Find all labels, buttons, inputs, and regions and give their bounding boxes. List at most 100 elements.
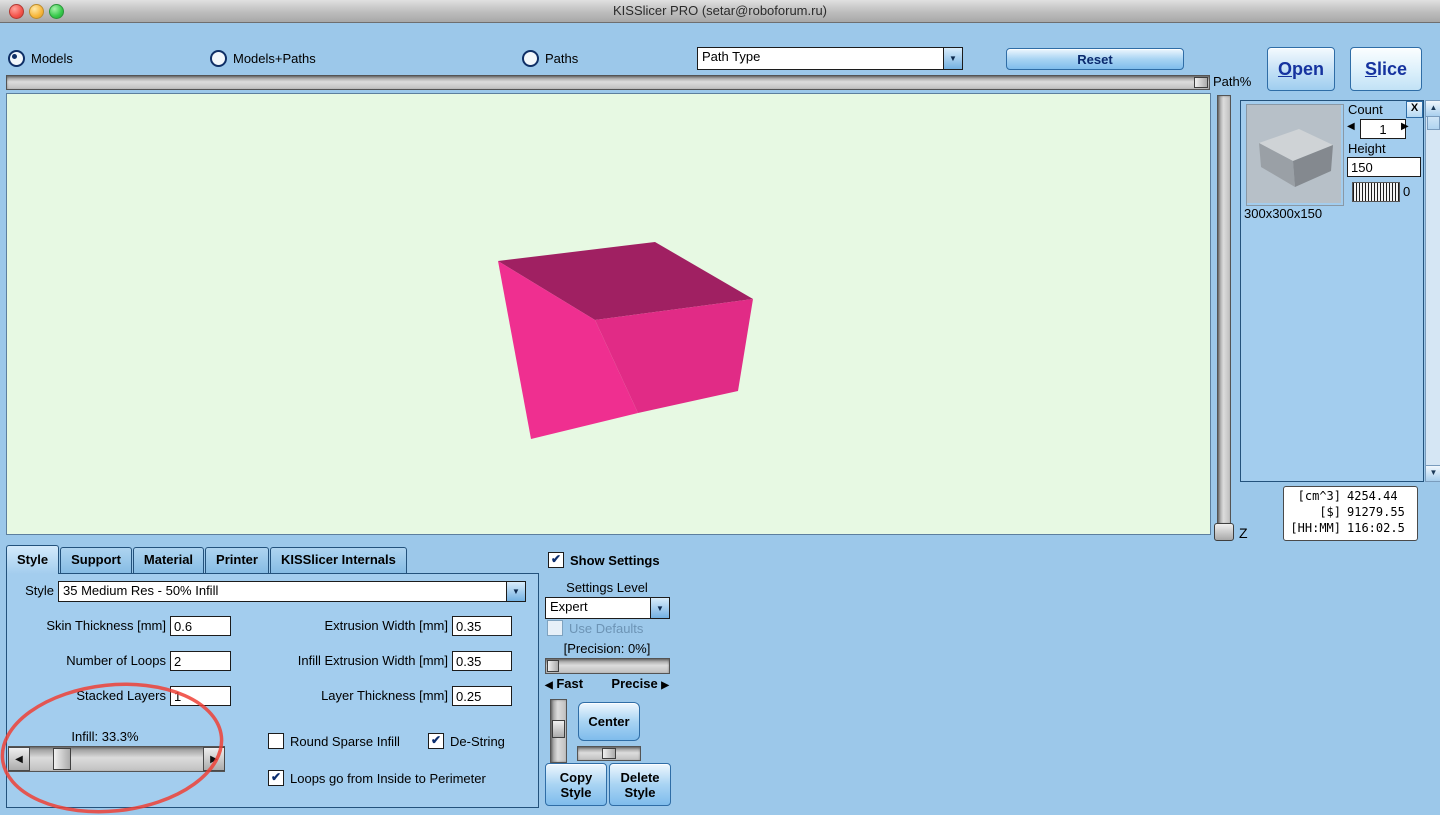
precision-label: [Precision: 0%]	[545, 641, 669, 656]
model-thumbnail[interactable]	[1246, 104, 1344, 206]
count-decrement-icon[interactable]: ◀	[1347, 121, 1355, 132]
z-axis-label: Z	[1239, 525, 1248, 541]
destring-label: De-String	[450, 734, 505, 749]
show-settings-checkbox[interactable]: ✔ Show Settings	[548, 552, 660, 568]
chevron-down-icon[interactable]: ▼	[506, 582, 525, 601]
3d-model-box	[7, 94, 1208, 532]
kisslicer-window: { "window": { "title": "KISSlicer PRO (s…	[0, 0, 1440, 810]
path-percent-slider[interactable]	[6, 75, 1210, 90]
count-input[interactable]	[1360, 119, 1406, 139]
radio-models-paths[interactable]: Models+Paths	[210, 50, 316, 67]
infill-slider[interactable]: ◀ ▶	[8, 746, 225, 772]
copy-style-label: Copy Style	[554, 770, 598, 800]
z-slider[interactable]	[1217, 95, 1231, 525]
radio-models-paths-circle	[210, 50, 227, 67]
model-viewport[interactable]	[6, 93, 1211, 535]
use-defaults-checkbox[interactable]: Use Defaults	[547, 620, 643, 636]
zoom-window-button[interactable]	[49, 4, 64, 19]
reset-label: Reset	[1077, 52, 1112, 67]
precise-side: Precise ▶	[611, 676, 669, 691]
scroll-up-icon[interactable]: ▲	[1425, 100, 1440, 117]
title-bar: KISSlicer PRO (setar@roboforum.ru)	[0, 0, 1440, 23]
skin-thickness-input[interactable]	[170, 616, 231, 636]
tab-kisslicer-internals[interactable]: KISSlicer Internals	[270, 547, 407, 574]
layers-count-value: 0	[1403, 184, 1410, 199]
chevron-down-icon[interactable]: ▼	[650, 598, 669, 618]
slice-mnemonic: S	[1365, 59, 1377, 80]
precision-slider[interactable]	[545, 658, 670, 674]
chevron-down-icon[interactable]: ▼	[943, 48, 962, 69]
path-type-dropdown[interactable]: Path Type ▼	[697, 47, 963, 70]
infill-slider-right-icon[interactable]: ▶	[203, 747, 225, 771]
barcode-icon[interactable]	[1352, 182, 1400, 202]
layer-thickness-input[interactable]	[452, 686, 512, 706]
tab-printer[interactable]: Printer	[205, 547, 269, 574]
infill-slider-handle[interactable]	[53, 748, 71, 770]
slice-label: lice	[1377, 59, 1407, 80]
models-scrollbar[interactable]	[1425, 100, 1440, 482]
estimate-time-value: 116:02.5	[1341, 520, 1405, 536]
destring-checkbox[interactable]: ✔ De-String	[428, 733, 505, 749]
stacked-layers-input[interactable]	[170, 686, 231, 706]
delete-style-button[interactable]: Delete Style	[609, 763, 671, 806]
path-percent-slider-handle[interactable]	[1194, 77, 1208, 88]
z-slider-handle[interactable]	[1214, 523, 1234, 541]
estimate-volume-value: 4254.44	[1341, 488, 1398, 504]
fast-precise-row: ◀ Fast Precise ▶	[545, 676, 669, 691]
settings-level-dropdown[interactable]: Expert ▼	[545, 597, 670, 619]
check-icon: ✔	[428, 733, 444, 749]
infill-extrusion-width-input[interactable]	[452, 651, 512, 671]
style-dropdown-label: Style	[6, 583, 54, 598]
estimate-time: [HH:MM] 116:02.5	[1287, 520, 1414, 536]
open-button[interactable]: Open	[1267, 47, 1335, 91]
estimate-cost-value: 91279.55	[1341, 504, 1405, 520]
reset-button[interactable]: Reset	[1006, 48, 1184, 70]
close-model-button[interactable]: X	[1406, 101, 1423, 118]
precise-arrow-icon: ▶	[661, 680, 669, 691]
extrusion-width-input[interactable]	[452, 616, 512, 636]
precision-slider-handle[interactable]	[547, 660, 559, 672]
round-sparse-infill-label: Round Sparse Infill	[290, 734, 400, 749]
infill-extrusion-width-label: Infill Extrusion Width [mm]	[256, 653, 448, 668]
radio-models[interactable]: Models	[8, 50, 73, 67]
count-increment-icon[interactable]: ▶	[1401, 121, 1409, 132]
radio-paths-circle	[522, 50, 539, 67]
close-window-button[interactable]	[9, 4, 24, 19]
tab-support[interactable]: Support	[60, 547, 132, 574]
loops-inside-to-perimeter-label: Loops go from Inside to Perimeter	[290, 771, 486, 786]
extrusion-width-label: Extrusion Width [mm]	[256, 618, 448, 633]
height-input[interactable]	[1347, 157, 1421, 177]
round-sparse-infill-checkbox[interactable]: Round Sparse Infill	[268, 733, 400, 749]
settings-tabs: Style Support Material Printer KISSlicer…	[6, 546, 408, 574]
radio-paths[interactable]: Paths	[522, 50, 578, 67]
copy-style-button[interactable]: Copy Style	[545, 763, 607, 806]
tab-style[interactable]: Style	[6, 545, 59, 574]
use-defaults-box	[547, 620, 563, 636]
radio-paths-label: Paths	[545, 51, 578, 66]
vertical-adjust-slider-handle[interactable]	[552, 720, 565, 738]
horizontal-adjust-slider[interactable]	[577, 746, 641, 761]
radio-models-circle	[8, 50, 25, 67]
vertical-adjust-slider[interactable]	[550, 699, 567, 763]
infill-slider-left-icon[interactable]: ◀	[8, 747, 30, 771]
use-defaults-label: Use Defaults	[569, 621, 643, 636]
show-settings-label: Show Settings	[570, 553, 660, 568]
estimate-cost-label: [$]	[1287, 504, 1341, 520]
center-button[interactable]: Center	[578, 702, 640, 741]
loops-inside-to-perimeter-checkbox[interactable]: ✔ Loops go from Inside to Perimeter	[268, 770, 486, 786]
horizontal-adjust-slider-handle[interactable]	[602, 748, 616, 759]
round-sparse-infill-box	[268, 733, 284, 749]
open-label: pen	[1292, 59, 1324, 80]
check-icon: ✔	[268, 770, 284, 786]
tab-material[interactable]: Material	[133, 547, 204, 574]
number-of-loops-input[interactable]	[170, 651, 231, 671]
stacked-layers-label: Stacked Layers	[8, 688, 166, 703]
count-label: Count	[1348, 102, 1383, 117]
fast-arrow-icon: ◀	[545, 680, 553, 691]
radio-models-paths-label: Models+Paths	[233, 51, 316, 66]
style-dropdown[interactable]: 35 Medium Res - 50% Infill ▼	[58, 581, 526, 602]
minimize-window-button[interactable]	[29, 4, 44, 19]
slice-button[interactable]: Slice	[1350, 47, 1422, 91]
scroll-down-icon[interactable]: ▼	[1425, 465, 1440, 482]
skin-thickness-label: Skin Thickness [mm]	[8, 618, 166, 633]
